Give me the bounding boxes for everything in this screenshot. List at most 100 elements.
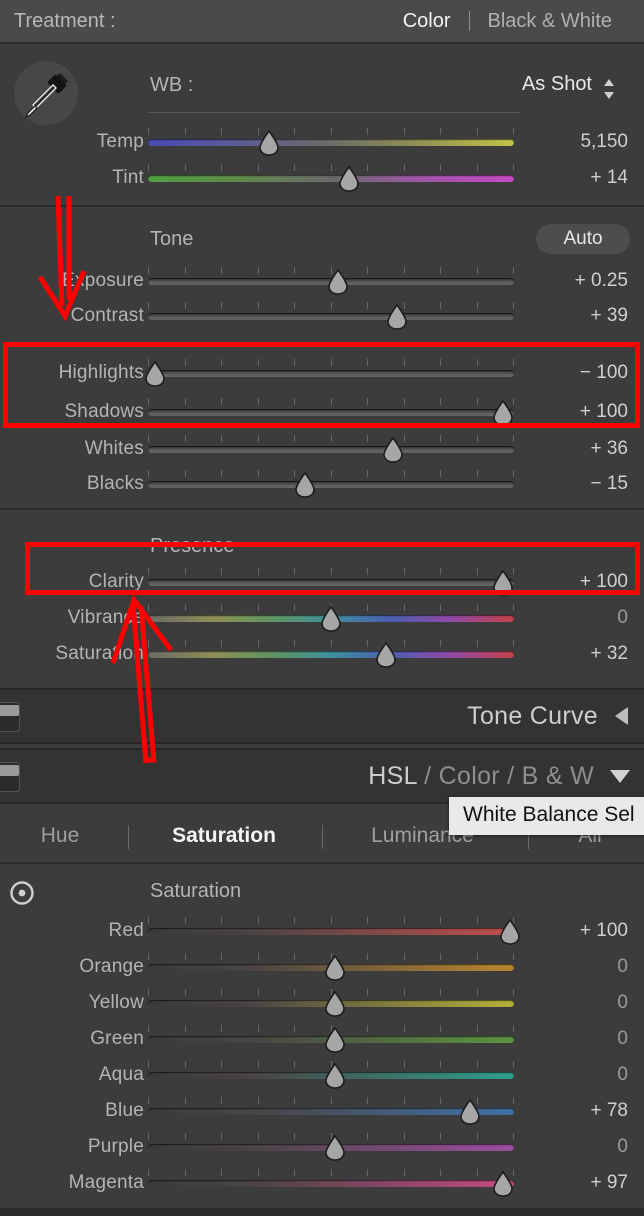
slider-handle[interactable] — [374, 641, 398, 668]
slider-control[interactable] — [148, 431, 514, 467]
slider-value[interactable]: 0 — [524, 607, 628, 629]
slider-handle-icon[interactable] — [293, 471, 317, 498]
slider-row-yellow[interactable]: Yellow 0 — [0, 985, 644, 1021]
slider-control[interactable] — [148, 298, 514, 334]
slider-handle-icon[interactable] — [381, 436, 405, 463]
slider-control[interactable] — [148, 1021, 514, 1057]
slider-track[interactable] — [148, 446, 514, 453]
slider-handle[interactable] — [337, 165, 361, 192]
slider-row-whites[interactable]: Whites + 36 — [0, 431, 644, 467]
slider-control[interactable] — [148, 985, 514, 1021]
slider-handle-icon[interactable] — [323, 1134, 347, 1161]
slider-control[interactable] — [148, 263, 514, 299]
slider-row-vibrance[interactable]: Vibrance 0 — [0, 600, 644, 636]
slider-handle-icon[interactable] — [143, 360, 167, 387]
slider-row-green[interactable]: Green 0 — [0, 1021, 644, 1057]
slider-handle[interactable] — [143, 360, 167, 387]
slider-handle[interactable] — [323, 990, 347, 1017]
slider-handle-icon[interactable] — [491, 1170, 515, 1197]
slider-value[interactable]: 0 — [524, 1064, 628, 1086]
slider-handle-icon[interactable] — [323, 954, 347, 981]
slider-row-saturation[interactable]: Saturation + 32 — [0, 636, 644, 672]
slider-control[interactable] — [148, 1093, 514, 1129]
slider-control[interactable] — [148, 564, 514, 600]
slider-handle-icon[interactable] — [374, 641, 398, 668]
slider-handle[interactable] — [381, 436, 405, 463]
auto-tone-button[interactable]: Auto — [536, 224, 630, 254]
slider-track[interactable] — [148, 409, 514, 416]
slider-handle[interactable] — [458, 1098, 482, 1125]
slider-row-exposure[interactable]: Exposure + 0.25 — [0, 263, 644, 299]
slider-row-blacks[interactable]: Blacks − 15 — [0, 466, 644, 502]
slider-control[interactable] — [148, 1165, 514, 1201]
slider-track[interactable] — [148, 651, 514, 658]
hsl-title-bw[interactable]: B & W — [522, 762, 594, 790]
slider-handle[interactable] — [323, 954, 347, 981]
slider-control[interactable] — [148, 124, 514, 160]
slider-track[interactable] — [148, 313, 514, 320]
collapse-left-arrow-icon[interactable] — [612, 705, 632, 727]
slider-value[interactable]: − 100 — [524, 362, 628, 384]
slider-control[interactable] — [148, 1057, 514, 1093]
slider-handle[interactable] — [293, 471, 317, 498]
slider-value[interactable]: 0 — [524, 956, 628, 978]
panel-switch-icon-tone-curve[interactable] — [0, 702, 20, 732]
slider-track[interactable] — [148, 175, 514, 182]
slider-value[interactable]: − 15 — [524, 473, 628, 495]
slider-handle-icon[interactable] — [319, 605, 343, 632]
slider-handle-icon[interactable] — [323, 990, 347, 1017]
up-down-stepper-icon[interactable] — [602, 78, 616, 100]
slider-value[interactable]: + 78 — [524, 1100, 628, 1122]
slider-control[interactable] — [148, 1129, 514, 1165]
slider-handle[interactable] — [319, 605, 343, 632]
slider-row-highlights[interactable]: Highlights − 100 — [0, 355, 644, 391]
tab-hue[interactable]: Hue — [10, 824, 110, 848]
slider-row-orange[interactable]: Orange 0 — [0, 949, 644, 985]
slider-handle[interactable] — [491, 1170, 515, 1197]
slider-handle-icon[interactable] — [257, 129, 281, 156]
tone-curve-section-header[interactable]: Tone Curve — [0, 688, 644, 744]
slider-handle-icon[interactable] — [498, 918, 522, 945]
slider-handle-icon[interactable] — [458, 1098, 482, 1125]
slider-handle[interactable] — [326, 268, 350, 295]
slider-control[interactable] — [148, 636, 514, 672]
slider-handle[interactable] — [257, 129, 281, 156]
slider-handle-icon[interactable] — [323, 1062, 347, 1089]
slider-value[interactable]: + 14 — [524, 167, 628, 189]
slider-value[interactable]: 0 — [524, 1136, 628, 1158]
slider-row-shadows[interactable]: Shadows + 100 — [0, 394, 644, 430]
slider-row-aqua[interactable]: Aqua 0 — [0, 1057, 644, 1093]
slider-track[interactable] — [148, 1180, 514, 1187]
slider-row-red[interactable]: Red + 100 — [0, 913, 644, 949]
slider-control[interactable] — [148, 394, 514, 430]
slider-handle[interactable] — [491, 569, 515, 596]
treatment-option-black-and-white[interactable]: Black & White — [470, 10, 630, 33]
slider-value[interactable]: 0 — [524, 992, 628, 1014]
slider-value[interactable]: + 100 — [524, 571, 628, 593]
slider-handle[interactable] — [323, 1026, 347, 1053]
slider-track[interactable] — [148, 928, 514, 935]
slider-value[interactable]: + 39 — [524, 305, 628, 327]
slider-handle-icon[interactable] — [337, 165, 361, 192]
panel-switch-icon-hsl[interactable] — [0, 762, 20, 792]
slider-handle-icon[interactable] — [326, 268, 350, 295]
treatment-option-color[interactable]: Color — [385, 10, 469, 33]
target-adjustment-icon[interactable] — [9, 880, 35, 906]
slider-handle[interactable] — [498, 918, 522, 945]
slider-row-magenta[interactable]: Magenta + 97 — [0, 1165, 644, 1201]
slider-value[interactable]: + 36 — [524, 438, 628, 460]
slider-value[interactable]: + 0.25 — [524, 270, 628, 292]
slider-handle[interactable] — [323, 1134, 347, 1161]
slider-control[interactable] — [148, 600, 514, 636]
slider-row-contrast[interactable]: Contrast + 39 — [0, 298, 644, 334]
hsl-title-hsl[interactable]: HSL — [368, 762, 417, 790]
wb-preset-value[interactable]: As Shot — [522, 73, 592, 96]
slider-row-clarity[interactable]: Clarity + 100 — [0, 564, 644, 600]
expand-down-arrow-icon[interactable] — [608, 766, 632, 786]
tab-saturation[interactable]: Saturation — [145, 824, 303, 848]
slider-handle[interactable] — [323, 1062, 347, 1089]
slider-control[interactable] — [148, 949, 514, 985]
slider-handle[interactable] — [491, 399, 515, 426]
slider-control[interactable] — [148, 160, 514, 196]
slider-row-purple[interactable]: Purple 0 — [0, 1129, 644, 1165]
